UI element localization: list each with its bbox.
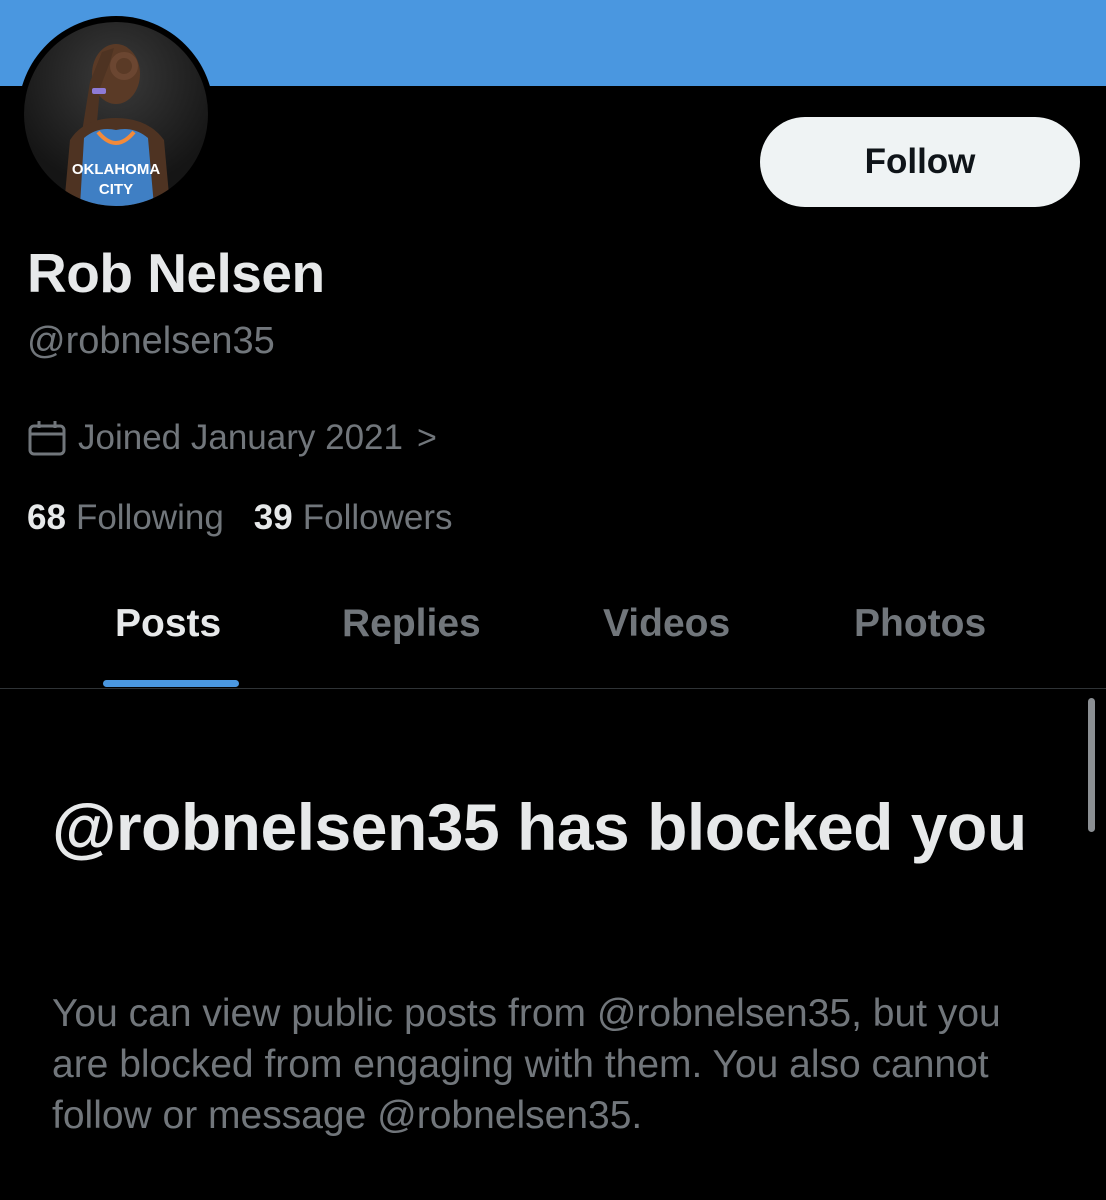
tab-photos[interactable]: Photos bbox=[854, 602, 986, 646]
profile-name: Rob Nelsen bbox=[27, 242, 325, 304]
follow-button[interactable]: Follow bbox=[760, 117, 1080, 207]
following-label: Following bbox=[75, 498, 224, 537]
followers-link[interactable]: 39 Followers bbox=[254, 498, 453, 538]
chevron-right-icon: > bbox=[416, 418, 437, 457]
jersey-text: OKLAHOMA bbox=[72, 161, 160, 178]
blocked-description: You can view public posts from @robnelse… bbox=[52, 992, 1001, 1137]
profile-avatar[interactable]: OKLAHOMA CITY bbox=[18, 16, 214, 212]
joined-text: Joined January 2021 bbox=[78, 418, 403, 457]
tab-videos[interactable]: Videos bbox=[603, 602, 730, 646]
profile-handle: @robnelsen35 bbox=[27, 320, 275, 362]
follow-stats: 68 Following 39 Followers bbox=[27, 498, 483, 538]
svg-text:CITY: CITY bbox=[99, 181, 133, 198]
active-tab-indicator bbox=[103, 680, 239, 687]
following-count: 68 bbox=[27, 498, 66, 537]
followers-label: Followers bbox=[302, 498, 453, 537]
calendar-icon bbox=[28, 421, 66, 456]
profile-tabs: Posts Replies Videos Photos bbox=[0, 590, 1106, 690]
tab-posts[interactable]: Posts bbox=[115, 602, 221, 646]
following-link[interactable]: 68 Following bbox=[27, 498, 224, 538]
followers-count: 39 bbox=[253, 498, 293, 537]
tabs-divider bbox=[0, 688, 1106, 689]
blocked-title: @robnelsen35 has blocked you bbox=[52, 790, 1027, 864]
scrollbar[interactable] bbox=[1088, 698, 1095, 832]
avatar-image: OKLAHOMA CITY bbox=[24, 22, 208, 206]
joined-row[interactable]: Joined January 2021 > bbox=[28, 418, 437, 458]
tab-replies[interactable]: Replies bbox=[342, 602, 481, 646]
